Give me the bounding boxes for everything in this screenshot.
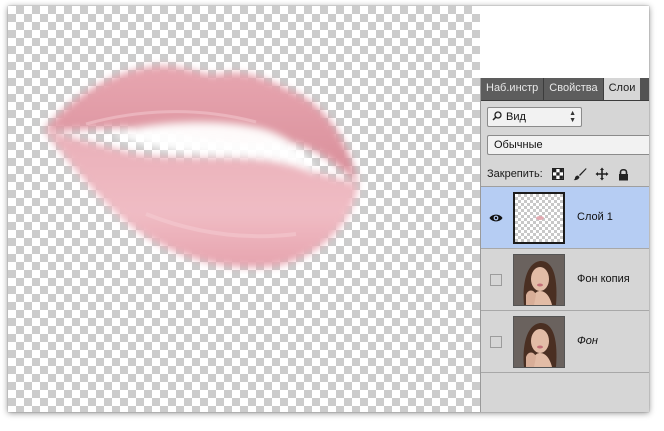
layer-row-background[interactable]: Фон xyxy=(481,311,649,373)
layer-thumbnail xyxy=(513,316,565,368)
layer-row-background-copy[interactable]: Фон копия xyxy=(481,249,649,311)
layer-filter-value: Вид xyxy=(506,111,526,123)
photoshop-window: Наб.инстр Свойства Слои Вид ▲ ▼ Обычные З… xyxy=(8,6,649,412)
layer-name[interactable]: Фон копия xyxy=(577,273,630,285)
blend-mode-row: Обычные xyxy=(487,135,649,155)
document-canvas[interactable] xyxy=(8,6,480,412)
lock-row: Закрепить: xyxy=(481,162,649,187)
select-arrows-icon: ▲ ▼ xyxy=(569,110,576,124)
layers-panel: Наб.инстр Свойства Слои Вид ▲ ▼ Обычные З… xyxy=(480,78,649,412)
tab-tool-presets[interactable]: Наб.инстр xyxy=(481,78,545,100)
tab-properties[interactable]: Свойства xyxy=(544,78,604,100)
lips-image xyxy=(44,65,358,268)
lock-transparent-pixels-icon[interactable] xyxy=(549,165,567,183)
lock-position-icon[interactable] xyxy=(593,165,611,183)
layer-row-layer1[interactable]: Слой 1 xyxy=(481,187,649,249)
visibility-toggle-off[interactable] xyxy=(490,336,502,348)
layer-filter-row: Вид ▲ ▼ xyxy=(487,107,582,127)
lock-image-pixels-icon[interactable] xyxy=(571,165,589,183)
transparency-thumbnail xyxy=(515,194,563,242)
layer-name[interactable]: Слой 1 xyxy=(577,211,613,223)
visibility-toggle-off[interactable] xyxy=(490,274,502,286)
lock-all-icon[interactable] xyxy=(615,165,633,183)
lock-label: Закрепить: xyxy=(487,168,543,180)
layer-thumbnail xyxy=(513,192,565,244)
panel-tabs: Наб.инстр Свойства Слои xyxy=(481,78,649,101)
blend-mode-value: Обычные xyxy=(494,139,543,151)
eye-icon[interactable] xyxy=(489,211,503,225)
portrait-thumbnail xyxy=(514,255,564,305)
layer-name[interactable]: Фон xyxy=(577,335,598,347)
layer-filter-select[interactable]: Вид ▲ ▼ xyxy=(487,107,582,127)
tab-layers[interactable]: Слои xyxy=(603,78,641,100)
blend-mode-select[interactable]: Обычные xyxy=(487,135,649,155)
search-icon xyxy=(492,110,502,124)
portrait-thumbnail xyxy=(514,317,564,367)
layer-thumbnail xyxy=(513,254,565,306)
